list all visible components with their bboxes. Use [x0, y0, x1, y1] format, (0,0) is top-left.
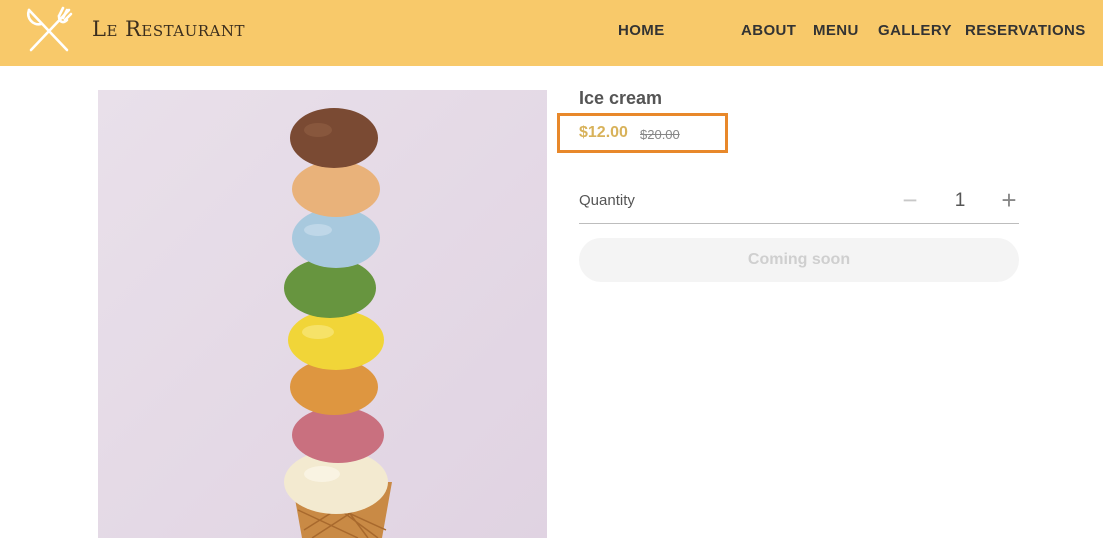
quantity-divider [579, 223, 1019, 224]
quantity-value[interactable]: 1 [948, 189, 972, 213]
quantity-decrement-button[interactable]: − [898, 187, 922, 213]
site-header: Le Restaurant HOME ABOUT MENU GALLERY RE… [0, 0, 1103, 66]
price-current: $12.00 [579, 124, 628, 141]
ice-cream-illustration [98, 90, 547, 538]
crossed-fork-knife-icon[interactable] [23, 6, 75, 56]
quantity-increment-button[interactable]: + [996, 187, 1022, 213]
nav-home[interactable]: HOME [618, 22, 665, 39]
nav-menu[interactable]: MENU [813, 22, 859, 39]
product-image[interactable] [98, 90, 547, 538]
brand-name[interactable]: Le Restaurant [92, 17, 245, 41]
coming-soon-button[interactable]: Coming soon [579, 238, 1019, 282]
quantity-label: Quantity [579, 192, 635, 209]
nav-gallery[interactable]: GALLERY [878, 22, 952, 39]
nav-about[interactable]: ABOUT [741, 22, 796, 39]
price-original: $20.00 [640, 127, 680, 142]
nav-reservations[interactable]: RESERVATIONS [965, 22, 1086, 39]
product-title: Ice cream [579, 88, 663, 108]
